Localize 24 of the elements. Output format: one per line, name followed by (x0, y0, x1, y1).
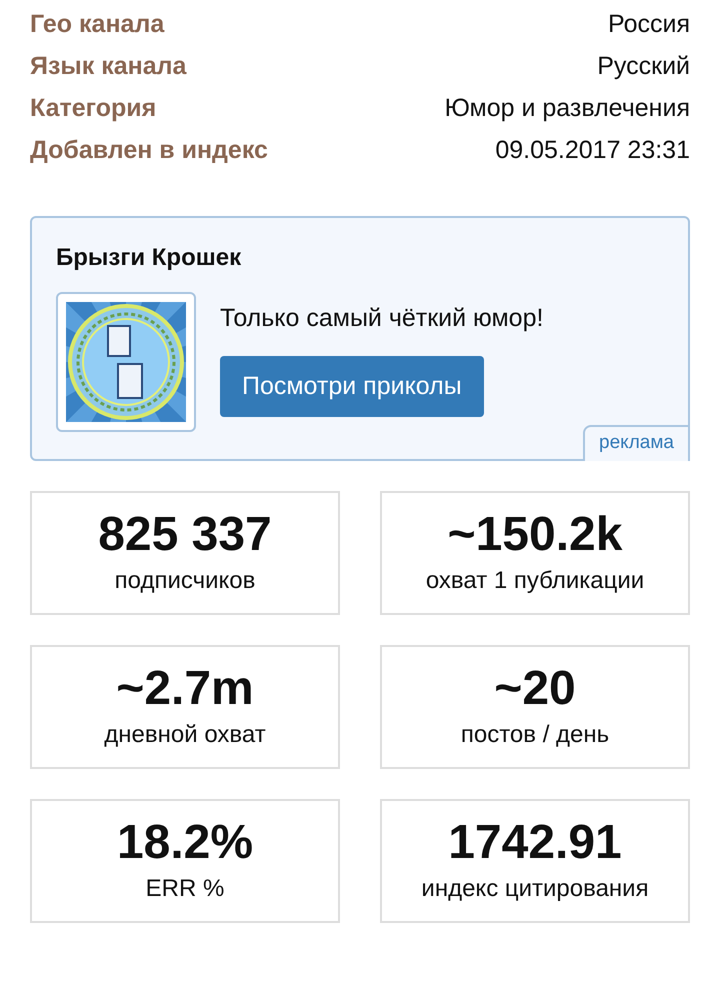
info-label: Гео канала (30, 9, 164, 40)
info-value: Русский (597, 51, 690, 82)
info-label: Добавлен в индекс (30, 135, 268, 166)
info-value: Юмор и развлечения (444, 93, 690, 124)
info-label: Категория (30, 93, 156, 124)
stat-value: 18.2% (116, 815, 254, 871)
view-button[interactable]: Посмотри приколы (220, 356, 484, 417)
stat-label: индекс цитирования (421, 874, 649, 904)
stat-label: дневной охват (104, 720, 266, 750)
info-label: Язык канала (30, 51, 186, 82)
stat-value: 1742.91 (448, 815, 622, 871)
info-value: Россия (608, 9, 690, 40)
stat-value: ~2.7m (116, 661, 254, 717)
stat-label: ERR % (146, 874, 224, 904)
stat-value: ~20 (494, 661, 576, 717)
stat-label: подписчиков (114, 566, 256, 596)
stat-value: ~150.2k (448, 507, 622, 563)
stat-value: 825 337 (98, 507, 272, 563)
ad-title: Брызги Крошек (56, 243, 242, 273)
stat-label: постов / день (460, 720, 610, 750)
ad-text: Только самый чёткий юмор! (220, 303, 544, 334)
info-value: 09.05.2017 23:31 (495, 135, 690, 166)
ad-tag: реклама (583, 424, 690, 461)
stat-label: охват 1 публикации (426, 566, 644, 596)
